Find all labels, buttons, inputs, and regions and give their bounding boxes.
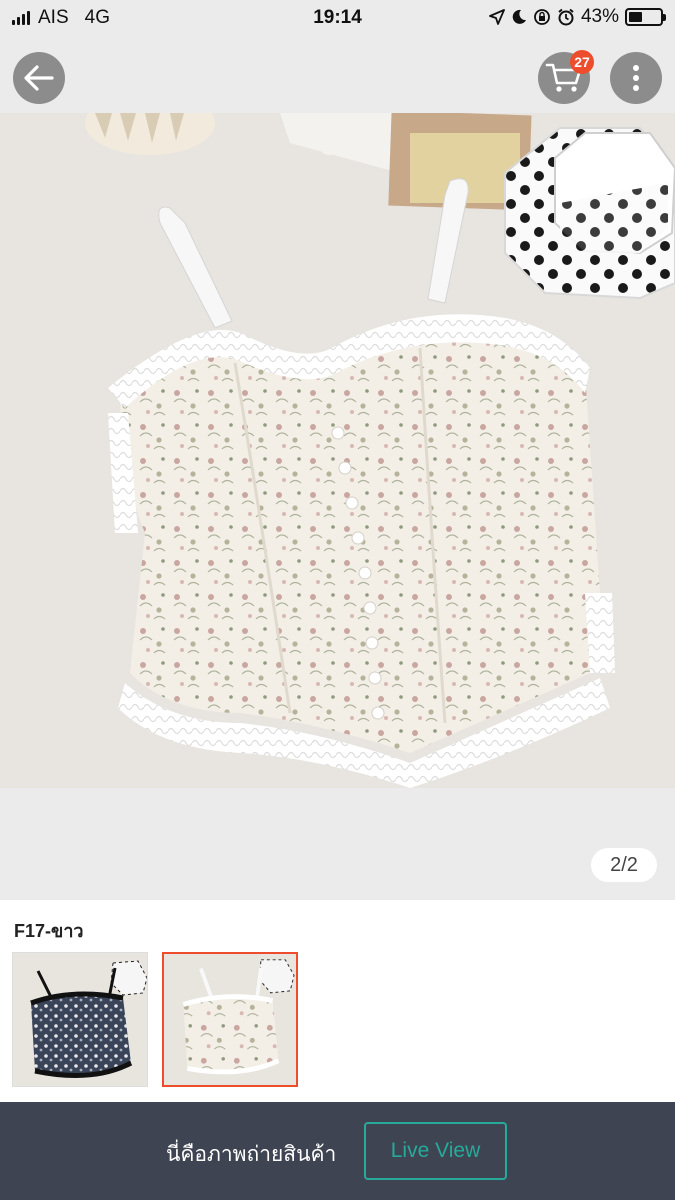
bottom-action-bar: นี่คือภาพถ่ายสินค้า Live View xyxy=(0,1102,675,1200)
variant-thumb-white[interactable] xyxy=(162,952,298,1087)
alarm-icon xyxy=(558,8,574,26)
more-vertical-icon xyxy=(633,65,639,91)
cart-button[interactable]: 27 xyxy=(538,50,594,104)
live-view-button[interactable]: Live View xyxy=(364,1122,507,1180)
variant-thumbnails xyxy=(12,952,298,1087)
black-floral-top-image xyxy=(13,953,147,1086)
more-options-button[interactable] xyxy=(610,52,662,104)
product-photo-illustration xyxy=(0,113,675,788)
product-image[interactable] xyxy=(0,113,675,788)
top-header: AIS 4G 19:14 43% 27 xyxy=(0,0,675,113)
status-left: AIS 4G xyxy=(12,7,110,29)
product-photo-note: นี่คือภาพถ่ายสินค้า xyxy=(166,1143,337,1166)
carrier-name: AIS xyxy=(38,7,69,28)
back-arrow-icon xyxy=(24,65,54,91)
status-bar: AIS 4G 19:14 43% xyxy=(0,0,675,36)
back-button[interactable] xyxy=(13,52,65,104)
location-icon xyxy=(489,9,505,25)
image-counter: 2/2 xyxy=(591,848,657,882)
cart-count-badge: 27 xyxy=(570,50,594,74)
variant-thumb-black[interactable] xyxy=(12,952,148,1087)
rotation-lock-icon xyxy=(534,9,550,25)
signal-icon xyxy=(12,11,30,25)
battery-percent: 43% xyxy=(580,6,619,27)
status-right: 43% xyxy=(489,6,666,28)
variant-label: F17-ขาว xyxy=(14,921,84,941)
moon-icon xyxy=(512,9,526,24)
network-type: 4G xyxy=(84,7,110,28)
gallery-footer: 2/2 xyxy=(0,788,675,900)
battery-icon xyxy=(625,8,666,26)
white-floral-top-image xyxy=(164,954,296,1085)
